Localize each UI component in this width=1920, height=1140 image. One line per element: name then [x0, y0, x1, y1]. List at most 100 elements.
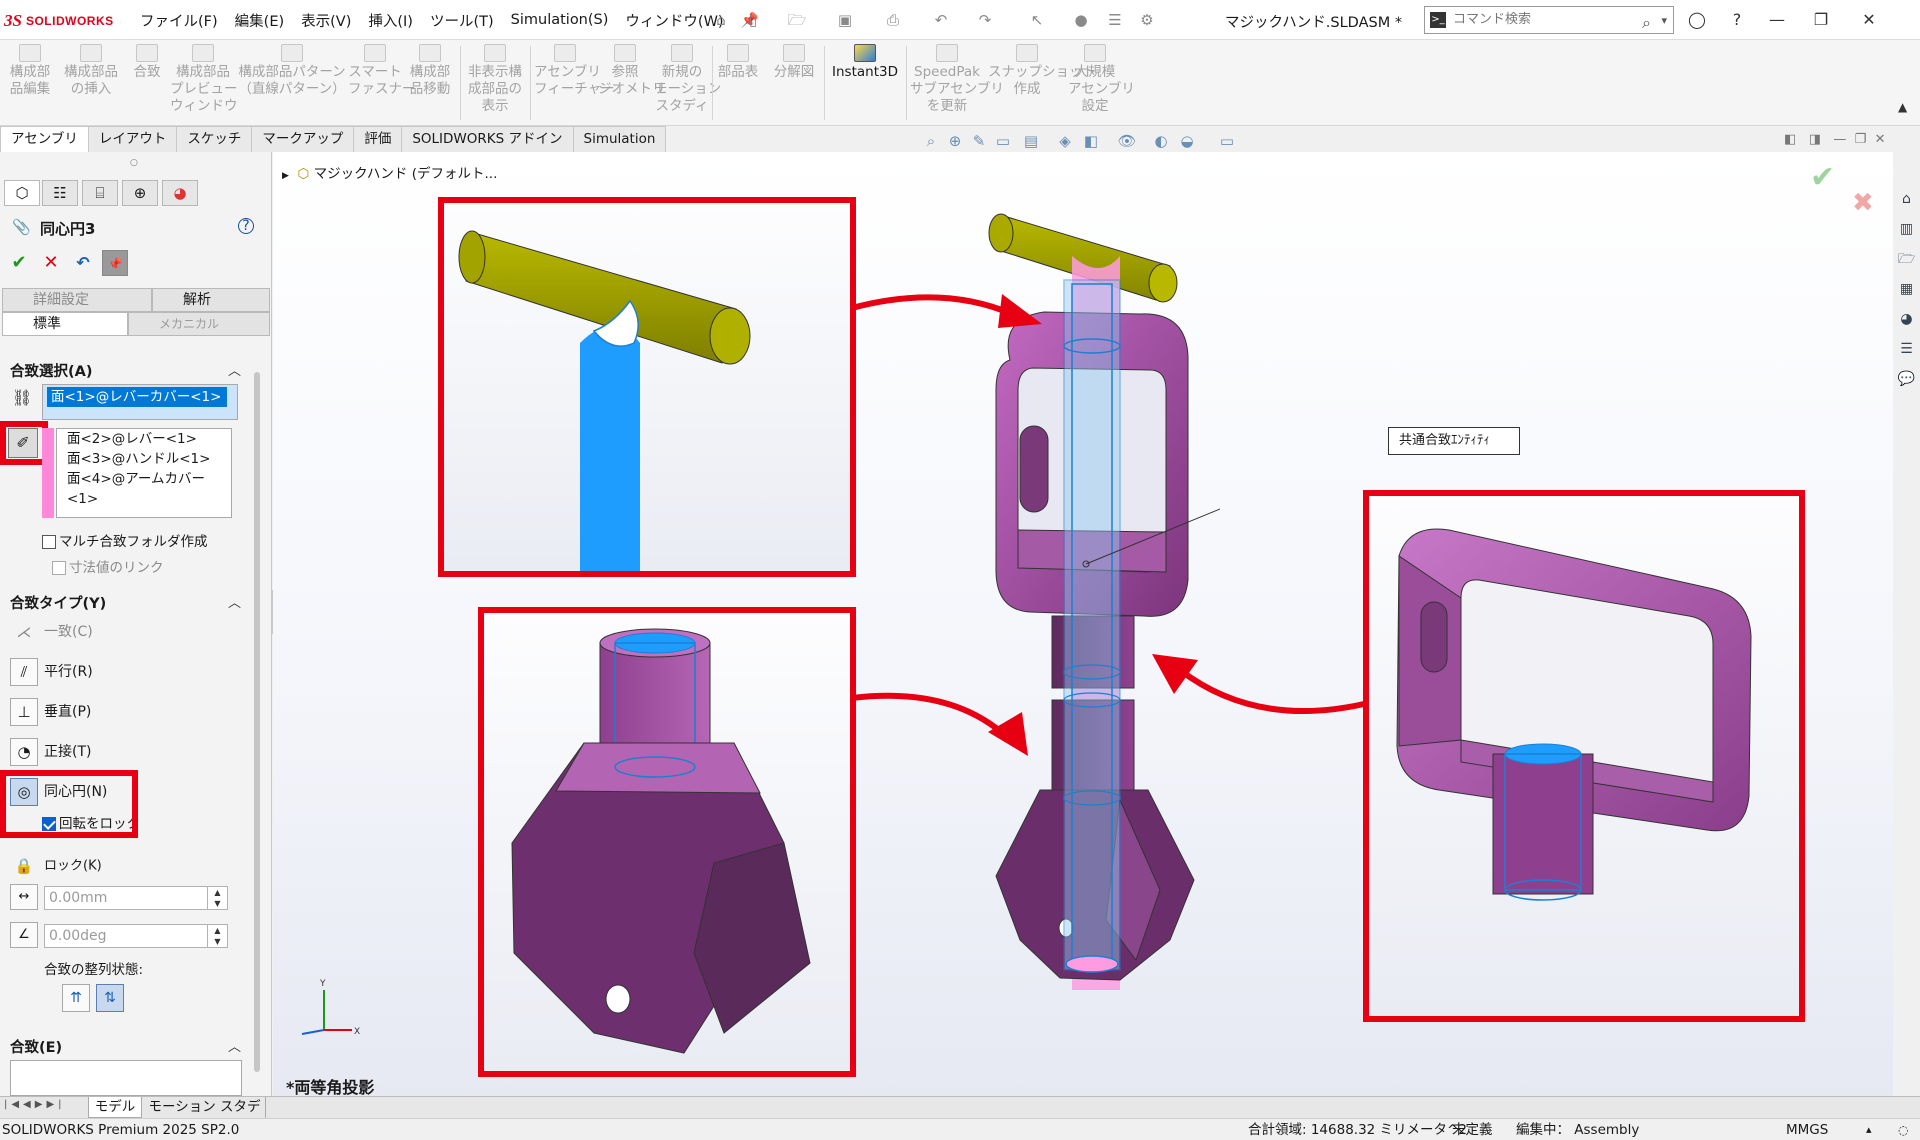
tab-advanced[interactable]: 詳細設定 — [2, 288, 152, 312]
tab-layout[interactable]: レイアウト — [87, 126, 178, 152]
view-settings-icon[interactable]: ▭ — [1216, 130, 1238, 152]
user-account-icon[interactable]: ◯ — [1684, 8, 1710, 32]
reference-geometry-button[interactable]: 参照 ジオメトリ — [598, 44, 666, 124]
command-search-input[interactable]: >_ コマンド検索 ⌕ ▾ — [1424, 6, 1674, 34]
mate-selection-header[interactable]: 合致選択(A) — [10, 360, 92, 381]
tab-scroll-arrows[interactable]: |◀◀▶▶| — [4, 1099, 84, 1115]
checkbox[interactable] — [42, 535, 56, 549]
tab-standard[interactable]: 標準 — [2, 312, 128, 336]
zoom-area-icon[interactable]: ⊕ — [944, 130, 966, 152]
tab-evaluate[interactable]: 評価 — [353, 126, 403, 152]
angle-icon[interactable]: ∠ — [10, 922, 38, 948]
tab-analysis[interactable]: 解析 — [152, 288, 270, 312]
hide-show-items-icon[interactable]: 👁 — [1116, 130, 1138, 152]
collapse-ribbon-icon[interactable]: ▲ — [1898, 100, 1907, 114]
appearances-icon[interactable]: ◕ — [1895, 306, 1918, 332]
undo-mate-button[interactable]: ↶ — [70, 250, 96, 276]
file-properties-icon[interactable]: ☰ — [1104, 10, 1126, 30]
insert-component-button[interactable]: 構成部品 の挿入 — [60, 44, 122, 124]
panel-grip-icon[interactable]: ○ — [130, 158, 138, 168]
common-entity-item[interactable]: 面<3>@ハンドル<1> — [67, 449, 231, 469]
tab-motion-study[interactable]: モーション スタディ 1 — [144, 1097, 266, 1135]
task-pane-home-icon[interactable]: ⌂ — [1895, 186, 1918, 212]
distance-input[interactable]: 0.00mm ▲ ▼ — [44, 886, 228, 910]
viewport-close-icon[interactable]: ✕ — [1875, 132, 1886, 147]
help-icon[interactable]: ? — [1724, 8, 1750, 32]
spin-stepper[interactable]: ▲ ▼ — [207, 925, 227, 947]
undo-icon[interactable]: ↶ — [930, 10, 952, 30]
confirm-cancel-icon[interactable]: ✖ — [1852, 188, 1874, 218]
forum-icon[interactable]: 💬 — [1895, 366, 1918, 392]
tab-mechanical[interactable]: メカニカル — [128, 312, 270, 336]
new-motion-study-button[interactable]: 新規の モーション スタディ — [654, 44, 721, 124]
viewport-restore-icon[interactable]: ❐ — [1855, 132, 1867, 147]
checkbox[interactable] — [52, 561, 66, 575]
previous-view-icon[interactable]: ✎ — [968, 130, 990, 152]
spin-stepper[interactable]: ▲ ▼ — [207, 887, 227, 909]
mates-header[interactable]: 合致(E) — [10, 1036, 62, 1057]
tab-property-manager[interactable]: ☷ — [42, 180, 78, 206]
entities-to-mate-list[interactable]: 面<1>@レバーカバー<1> — [42, 384, 238, 420]
help-icon[interactable]: ? — [238, 218, 254, 234]
close-window-icon[interactable]: ✕ — [1856, 8, 1882, 32]
tab-simulation[interactable]: Simulation — [572, 126, 667, 152]
mate-coincident[interactable]: ⋌ 一致(C) — [10, 618, 93, 646]
tab-model[interactable]: モデル — [88, 1097, 142, 1118]
chevron-up-icon[interactable]: ︿ — [228, 592, 241, 611]
move-component-button[interactable]: 構成部 品移動 — [404, 44, 456, 124]
menu-file[interactable]: ファイル(F) — [140, 10, 218, 31]
component-preview-button[interactable]: 構成部品 プレビュー ウィンドウ — [170, 44, 238, 124]
print-icon[interactable]: ⎙ — [882, 10, 904, 30]
mates-list[interactable] — [10, 1060, 242, 1096]
menu-view[interactable]: 表示(V) — [301, 10, 351, 31]
file-explorer-icon[interactable]: 🗁 — [1895, 246, 1918, 272]
menu-tools[interactable]: ツール(T) — [430, 10, 494, 31]
minimize-icon[interactable]: — — [1764, 8, 1790, 32]
display-style-icon[interactable]: ◧ — [1080, 130, 1102, 152]
save-icon[interactable]: ▣ — [834, 10, 856, 30]
edit-appearance-icon[interactable]: ◐ — [1150, 130, 1172, 152]
zoom-to-fit-icon[interactable]: ⌕ — [920, 130, 942, 152]
feature-tree-root[interactable]: ▶ ⬡ マジックハンド (デフォルト... — [282, 162, 497, 182]
search-icon[interactable]: ⌕ — [1642, 10, 1651, 36]
menu-insert[interactable]: 挿入(I) — [368, 10, 413, 31]
common-entities-list[interactable]: 面<2>@レバー<1> 面<3>@ハンドル<1> 面<4>@アームカバー<1> — [56, 428, 232, 518]
common-mate-entity-callout[interactable]: 共通合致ｴﾝﾃｨﾃｨ — [1388, 427, 1520, 455]
large-assembly-settings-button[interactable]: 大規模 アセンブリ 設定 — [1068, 44, 1135, 124]
common-entity-item[interactable]: 面<2>@レバー<1> — [67, 429, 231, 449]
common-entity-item[interactable]: 面<4>@アームカバー<1> — [67, 469, 231, 509]
edit-component-button[interactable]: 構成部 品編集 — [2, 44, 58, 124]
show-hidden-components-button[interactable]: 非表示構 成部品の 表示 — [464, 44, 526, 124]
anti-aligned-button[interactable]: ⇅ — [96, 984, 124, 1012]
mate-entity-item[interactable]: 面<1>@レバーカバー<1> — [47, 387, 227, 407]
chevron-up-icon[interactable]: ︿ — [228, 360, 241, 379]
menu-edit[interactable]: 編集(E) — [235, 10, 284, 31]
tab-feature-manager[interactable]: ⬡ — [4, 180, 40, 206]
mate-tangent[interactable]: ◔ 正接(T) — [10, 738, 91, 766]
ok-check-button[interactable]: ✔ — [6, 250, 32, 276]
menu-simulation[interactable]: Simulation(S) — [511, 12, 609, 28]
distance-icon[interactable]: ↔ — [10, 884, 38, 910]
dynamic-annotation-icon[interactable]: ▤ — [1020, 130, 1042, 152]
mate-type-header[interactable]: 合致タイプ(Y) — [10, 592, 106, 613]
bom-button[interactable]: 部品表 — [714, 44, 762, 124]
linear-pattern-button[interactable]: 構成部品パターン （直線パターン） — [238, 44, 346, 124]
open-folder-icon[interactable]: 🗁 — [786, 10, 808, 30]
unit-chevron-up-icon[interactable]: ▴ — [1866, 1119, 1872, 1140]
viewport-split-icon[interactable]: ◧ — [1784, 132, 1796, 147]
view-orientation-icon[interactable]: ◈ — [1054, 130, 1076, 152]
link-dimensions-checkbox[interactable]: 寸法値のリンク — [52, 556, 164, 576]
exploded-view-button[interactable]: 分解図 — [768, 44, 820, 124]
view-palette-icon[interactable]: ▦ — [1895, 276, 1918, 302]
restore-icon[interactable]: ❐ — [1808, 8, 1834, 32]
mate-parallel[interactable]: ⫽ 平行(R) — [10, 658, 93, 686]
tab-addins[interactable]: SOLIDWORKS アドイン — [401, 126, 574, 152]
tab-dimxpert-manager[interactable]: ⊕ — [122, 180, 158, 206]
multi-mate-folder-checkbox[interactable]: マルチ合致フォルダ作成 — [42, 530, 208, 550]
smart-fastener-button[interactable]: スマート ファスナー — [348, 44, 416, 124]
instant3d-button[interactable]: Instant3D — [828, 44, 902, 124]
tab-markup[interactable]: マークアップ — [251, 126, 355, 152]
section-view-icon[interactable]: ▭ — [992, 130, 1014, 152]
panel-scrollbar[interactable] — [254, 372, 260, 1072]
mate-perpendicular[interactable]: ⊥ 垂直(P) — [10, 698, 91, 726]
